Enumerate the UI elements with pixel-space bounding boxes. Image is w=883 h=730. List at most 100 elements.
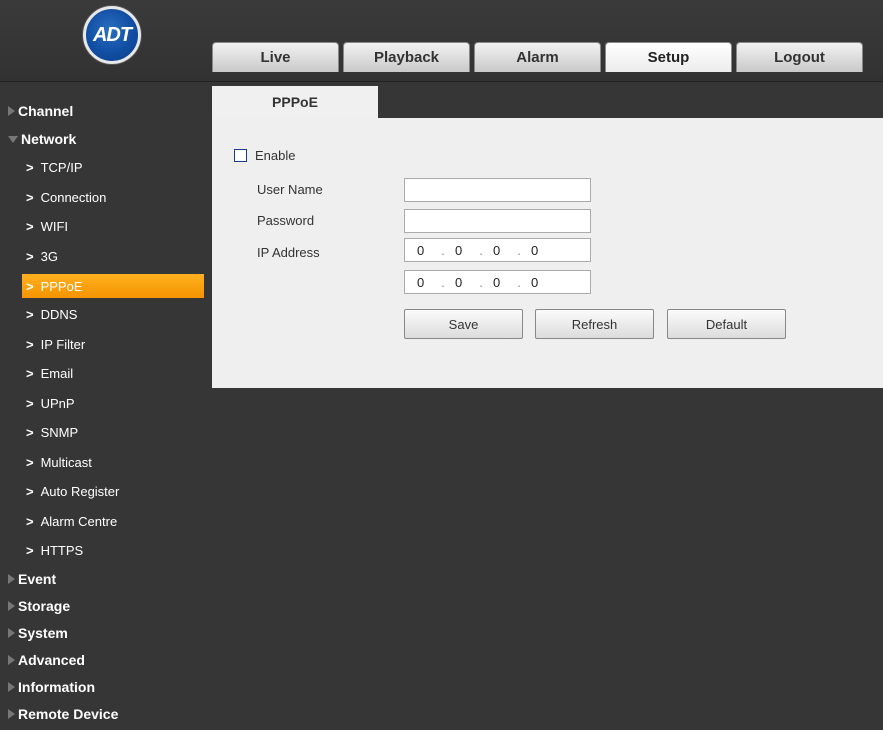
tab-setup[interactable]: Setup [605,42,732,72]
sidebar-item-label: Email [40,366,74,382]
sidebar-item-connection[interactable]: > Connection [0,183,212,213]
tab-playback[interactable]: Playback [343,42,470,72]
sidebar-group-remote-device[interactable]: Remote Device [0,701,212,728]
ip-dot: . [479,274,483,290]
user-name-label: User Name [257,182,323,197]
collapsed-triangle-icon [8,574,15,584]
ip-address-input-2[interactable]: 0. 0. 0. 0 [404,270,591,294]
ip-octet: 0 [531,242,539,258]
sidebar-group-label: Storage [18,598,71,614]
ip-octet: 0 [531,274,539,290]
password-input[interactable] [404,209,591,233]
tab-live[interactable]: Live [212,42,339,72]
sidebar-item-3g[interactable]: >3G [0,242,212,272]
tab-alarm[interactable]: Alarm [474,42,601,72]
enable-label: Enable [255,148,296,163]
sidebar-item-https[interactable]: > HTTPS [0,536,212,566]
sidebar-group-network[interactable]: Network [0,125,212,153]
sidebar-item-label: Connection [40,189,107,205]
sidebar-item-ddns[interactable]: > DDNS [0,300,212,330]
ip-dot: . [479,242,483,258]
ip-dot: . [441,242,445,258]
main-tabs: Live Playback Alarm Setup Logout [212,42,867,72]
ip-dot: . [441,274,445,290]
sidebar-item-label: HTTPS [40,543,84,559]
ip-dot: . [517,274,521,290]
chevron-right-icon: > [26,219,34,235]
sidebar-item-label: SNMP [40,425,79,441]
ip-octet: 0 [455,274,463,290]
ip-octet: 0 [417,274,425,290]
chevron-right-icon: > [26,278,34,294]
chevron-right-icon: > [26,543,34,559]
collapsed-triangle-icon [8,682,15,692]
sidebar-item-label: 3G [40,248,58,264]
sidebar-item-ip-filter[interactable]: > IP Filter [0,330,212,360]
sidebar-group-advanced[interactable]: Advanced [0,647,212,674]
collapsed-triangle-icon [8,601,15,611]
sidebar: Channel Network > TCP/IP > Connection > WIF… [0,97,212,728]
adt-logo: ADT [83,6,141,64]
sidebar-group-channel[interactable]: Channel [0,97,212,125]
ip-octet: 0 [493,274,501,290]
sidebar-group-label: Advanced [18,652,85,668]
sidebar-group-label: System [18,625,68,641]
expanded-triangle-icon [8,135,18,143]
logo-text: ADT [92,23,132,46]
collapsed-triangle-icon [8,709,15,719]
collapsed-triangle-icon [8,106,15,116]
sidebar-item-label: WIFI [40,219,69,235]
sidebar-group-label: Remote Device [18,706,119,722]
refresh-button[interactable]: Refresh [535,309,654,339]
chevron-right-icon: > [26,395,34,411]
chevron-right-icon: > [26,366,34,382]
sidebar-item-upnp[interactable]: > UPnP [0,389,212,419]
password-label: Password [257,213,315,228]
sidebar-item-pppoe[interactable]: > PPPoE [22,274,204,298]
sidebar-item-label: DDNS [40,307,78,323]
sidebar-item-label: IP Filter [40,336,86,352]
sidebar-group-label: Network [21,131,77,147]
chevron-right-icon: > [26,189,34,205]
ip-dot: . [517,242,521,258]
sidebar-item-label: PPPoE [40,278,83,294]
tab-pppoe[interactable]: PPPoE [212,86,378,118]
ip-address-input[interactable]: 0. 0. 0. 0 [404,238,591,262]
enable-checkbox[interactable] [234,149,247,162]
header-bar: ADT Live Playback Alarm Setup Logout [0,0,883,82]
tab-logout[interactable]: Logout [736,42,863,72]
sidebar-item-label: TCP/IP [40,160,83,176]
chevron-right-icon: > [26,336,34,352]
sidebar-group-information[interactable]: Information [0,674,212,701]
sidebar-group-label: Information [18,679,95,695]
sidebar-item-multicast[interactable]: > Multicast [0,448,212,478]
sidebar-item-auto-register[interactable]: > Auto Register [0,477,212,507]
sidebar-item-snmp[interactable]: > SNMP [0,418,212,448]
sidebar-item-alarm-centre[interactable]: > Alarm Centre [0,507,212,537]
enable-row: Enable [234,148,295,163]
sidebar-group-system[interactable]: System [0,620,212,647]
sidebar-group-event[interactable]: Event [0,566,212,593]
sidebar-group-label: Event [18,571,57,587]
default-button[interactable]: Default [667,309,786,339]
collapsed-triangle-icon [8,628,15,638]
sidebar-item-label: Alarm Centre [40,513,118,529]
sidebar-item-label: Multicast [40,454,92,470]
chevron-right-icon: > [26,307,34,323]
sidebar-group-label: Channel [18,103,74,119]
chevron-right-icon: > [26,513,34,529]
chevron-right-icon: > [26,484,34,500]
sidebar-item-label: UPnP [40,395,75,411]
ip-address-label: IP Address [257,245,320,260]
chevron-right-icon: > [26,425,34,441]
sidebar-group-storage[interactable]: Storage [0,593,212,620]
collapsed-triangle-icon [8,655,15,665]
user-name-input[interactable] [404,178,591,202]
save-button[interactable]: Save [404,309,523,339]
sidebar-item-wifi[interactable]: > WIFI [0,212,212,242]
sidebar-item-tcpip[interactable]: > TCP/IP [0,153,212,183]
ip-octet: 0 [493,242,501,258]
sidebar-item-email[interactable]: > Email [0,359,212,389]
chevron-right-icon: > [26,248,34,264]
chevron-right-icon: > [26,160,34,176]
